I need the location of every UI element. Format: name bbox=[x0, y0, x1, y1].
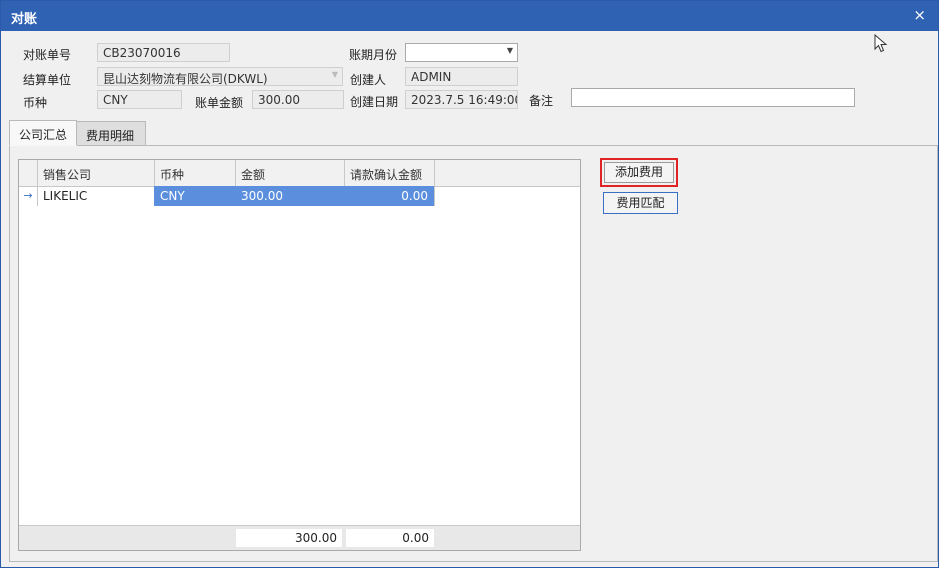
cell-currency[interactable]: CNY bbox=[154, 186, 236, 206]
company-summary-grid[interactable]: 销售公司 币种 金额 请款确认金额 → LIKELIC CNY 300.00 0… bbox=[18, 159, 581, 551]
row-pointer-icon: → bbox=[19, 186, 38, 206]
creator-label: 创建人 bbox=[350, 73, 387, 87]
reconciliation-dialog: 对账 × 对账单号 CB23070016 账期月份 ▼ 结算单位 昆山达刻物流有… bbox=[0, 0, 939, 568]
tab-fee-details[interactable]: 费用明细 bbox=[76, 121, 146, 146]
column-header-currency[interactable]: 币种 bbox=[154, 160, 236, 186]
chevron-down-icon[interactable]: ▼ bbox=[332, 70, 338, 79]
settle-unit-field[interactable]: 昆山达刻物流有限公司(DKWL) ▼ bbox=[97, 67, 343, 86]
grid-header: 销售公司 币种 金额 请款确认金额 bbox=[19, 160, 580, 187]
creator-field: ADMIN bbox=[405, 67, 518, 86]
row-indicator-header bbox=[19, 160, 38, 186]
period-month-select[interactable]: ▼ bbox=[405, 43, 518, 62]
cell-amount[interactable]: 300.00 bbox=[235, 186, 345, 206]
column-header-confirmed[interactable]: 请款确认金额 bbox=[344, 160, 435, 186]
bill-amount-field: 300.00 bbox=[252, 90, 344, 109]
bill-amount-label: 账单金额 bbox=[195, 96, 244, 110]
footer-amount-total: 300.00 bbox=[236, 529, 342, 547]
close-icon[interactable]: × bbox=[913, 6, 926, 24]
cell-company[interactable]: LIKELIC bbox=[37, 186, 155, 206]
column-header-company[interactable]: 销售公司 bbox=[37, 160, 155, 186]
statement-no-label: 对账单号 bbox=[23, 48, 72, 62]
cell-confirmed[interactable]: 0.00 bbox=[344, 186, 435, 206]
fee-match-button[interactable]: 费用匹配 bbox=[603, 192, 678, 214]
window-title: 对账 bbox=[11, 12, 38, 27]
create-date-label: 创建日期 bbox=[350, 95, 399, 109]
add-fee-button[interactable]: 添加费用 bbox=[604, 162, 674, 183]
remark-input[interactable] bbox=[571, 88, 855, 107]
statement-no-field: CB23070016 bbox=[97, 43, 230, 62]
grid-footer: 300.00 0.00 bbox=[19, 525, 580, 550]
currency-field: CNY bbox=[97, 90, 182, 109]
remark-label: 备注 bbox=[529, 94, 554, 108]
create-date-field: 2023.7.5 16:49:00 bbox=[405, 90, 518, 109]
tab-company-summary[interactable]: 公司汇总 bbox=[9, 120, 77, 146]
settle-unit-label: 结算单位 bbox=[23, 73, 72, 87]
title-bar[interactable]: 对账 × bbox=[1, 1, 938, 31]
mouse-cursor-icon bbox=[874, 34, 888, 53]
column-header-amount[interactable]: 金额 bbox=[235, 160, 345, 186]
currency-label: 币种 bbox=[23, 96, 48, 110]
period-month-label: 账期月份 bbox=[349, 48, 398, 62]
chevron-down-icon[interactable]: ▼ bbox=[507, 46, 513, 55]
footer-confirmed-total: 0.00 bbox=[346, 529, 434, 547]
settle-unit-value: 昆山达刻物流有限公司(DKWL) bbox=[103, 72, 268, 86]
